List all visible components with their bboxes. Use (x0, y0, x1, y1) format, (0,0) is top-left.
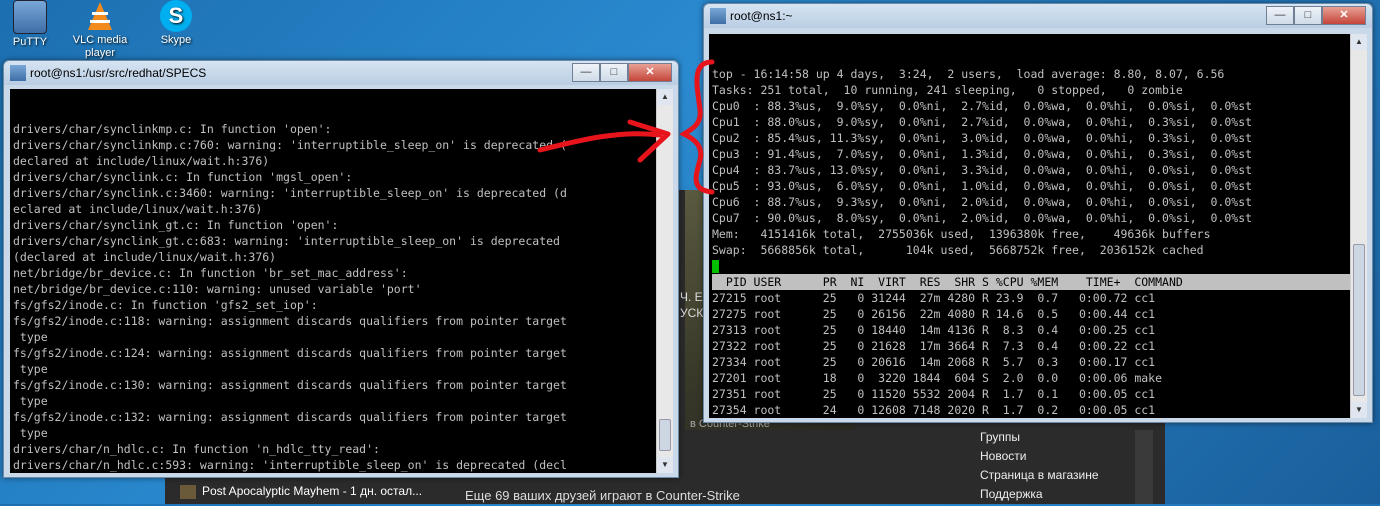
summary-line: Cpu5 : 93.0%us, 6.0%sy, 0.0%ni, 1.0%id, … (712, 179, 1253, 193)
terminal-line: fs/gfs2/inode.c:124: warning: assignment… (13, 346, 567, 360)
putty-window-specs[interactable]: root@ns1:/usr/src/redhat/SPECS — □ ✕ dri… (3, 60, 679, 478)
process-row: 27354 root 24 0 12608 7148 2020 R 1.7 0.… (712, 403, 1156, 417)
maximize-button[interactable]: □ (600, 63, 628, 82)
terminal-line: declared at include/linux/wait.h:376) (13, 154, 270, 168)
terminal-line: eclared at include/linux/wait.h:376) (13, 202, 263, 216)
steam-text-fragment: УСК (680, 306, 704, 320)
window-controls: — □ ✕ (572, 63, 672, 82)
terminal-line: fs/gfs2/inode.c:130: warning: assignment… (13, 378, 567, 392)
summary-line: Cpu0 : 88.3%us, 9.0%sy, 0.0%ni, 2.7%id, … (712, 99, 1253, 113)
terminal-line: type (13, 330, 48, 344)
process-row: 27275 root 25 0 26156 22m 4080 R 14.6 0.… (712, 307, 1156, 321)
scroll-up-arrow-icon[interactable]: ▲ (657, 89, 673, 105)
terminal-line: type (13, 426, 48, 440)
putty-icon (10, 65, 26, 81)
desktop-icon-label: PuTTY (12, 36, 48, 48)
scrollbar-thumb[interactable] (659, 419, 671, 451)
terminal-line: net/bridge/br_device.c:110: warning: unu… (13, 282, 422, 296)
summary-line: Cpu4 : 83.7%us, 13.0%sy, 0.0%ni, 3.3%id,… (712, 163, 1253, 177)
process-row: 27322 root 25 0 21628 17m 3664 R 7.3 0.4… (712, 339, 1156, 353)
process-row: 27334 root 25 0 20616 14m 2068 R 5.7 0.3… (712, 355, 1156, 369)
scroll-down-arrow-icon[interactable]: ▼ (657, 457, 673, 473)
steam-link-news[interactable]: Новости (980, 449, 1155, 468)
vertical-scrollbar[interactable]: ▲ ▼ (1350, 34, 1367, 418)
titlebar[interactable]: root@ns1:~ — □ ✕ (704, 4, 1372, 28)
window-controls: — □ ✕ (1266, 6, 1366, 25)
steam-sidebar: Группы Новости Страница в магазине Подде… (980, 430, 1155, 506)
terminal-prompt[interactable] (712, 258, 1352, 274)
terminal-cursor (712, 260, 719, 273)
terminal-lines: drivers/char/synclinkmp.c: In function '… (13, 121, 659, 473)
putty-icon (13, 0, 47, 34)
steam-link-store-page[interactable]: Страница в магазине (980, 468, 1155, 487)
desktop-icon-putty[interactable]: PuTTY (0, 0, 60, 48)
putty-icon (710, 8, 726, 24)
minimize-button[interactable]: — (1266, 6, 1294, 25)
terminal-line: fs/gfs2/inode.c: In function 'gfs2_set_i… (13, 298, 318, 312)
titlebar[interactable]: root@ns1:/usr/src/redhat/SPECS — □ ✕ (4, 61, 678, 85)
summary-line: top - 16:14:58 up 4 days, 3:24, 2 users,… (712, 67, 1225, 81)
terminal-line: drivers/char/synclink.c:3460: warning: '… (13, 186, 567, 200)
scroll-down-arrow-icon[interactable]: ▼ (1351, 402, 1367, 418)
terminal-line: drivers/char/synclinkmp.c:760: warning: … (13, 138, 567, 152)
summary-line: Cpu7 : 90.0%us, 8.0%sy, 0.0%ni, 2.0%id, … (712, 211, 1253, 225)
desktop-icon-label: VLC media player (72, 34, 128, 59)
vertical-scrollbar[interactable]: ▲ ▼ (656, 89, 673, 473)
summary-line: Cpu3 : 91.4%us, 7.0%sy, 0.0%ni, 1.3%id, … (712, 147, 1253, 161)
process-row: 27313 root 25 0 18440 14m 4136 R 8.3 0.4… (712, 323, 1156, 337)
window-title: root@ns1:/usr/src/redhat/SPECS (30, 66, 207, 80)
minimize-button[interactable]: — (572, 63, 600, 82)
friends-playing-text[interactable]: Еще 69 ваших друзей играют в Counter-Str… (465, 488, 740, 503)
process-table: 27215 root 25 0 31244 27m 4280 R 23.9 0.… (712, 290, 1352, 418)
summary-line: Swap: 5668856k total, 104k used, 5668752… (712, 243, 1204, 257)
desktop-icon-vlc[interactable]: VLC media player (68, 0, 132, 60)
process-row: 27215 root 25 0 31244 27m 4280 R 23.9 0.… (712, 291, 1156, 305)
steam-link-support[interactable]: Поддержка (980, 487, 1155, 506)
steam-text-fragment: Ч. Е (680, 290, 703, 304)
terminal-line: type (13, 394, 48, 408)
terminal-line: type (13, 362, 48, 376)
terminal-output[interactable]: drivers/char/synclinkmp.c: In function '… (10, 89, 659, 473)
desktop-icon-skype[interactable]: S Skype (146, 0, 206, 46)
process-row: 27201 root 18 0 3220 1844 604 S 2.0 0.0 … (712, 371, 1163, 385)
scroll-up-arrow-icon[interactable]: ▲ (1351, 34, 1367, 50)
terminal-line: net/bridge/br_device.c: In function 'br_… (13, 266, 408, 280)
process-row: 27351 root 25 0 11520 5532 2004 R 1.7 0.… (712, 387, 1156, 401)
terminal-line: drivers/char/synclink.c: In function 'mg… (13, 170, 353, 184)
vlc-icon (84, 0, 116, 32)
summary-line: Tasks: 251 total, 10 running, 241 sleepi… (712, 83, 1183, 97)
terminal-line: drivers/char/synclink_gt.c: In function … (13, 218, 339, 232)
top-summary: top - 16:14:58 up 4 days, 3:24, 2 users,… (712, 66, 1352, 258)
terminal-line: drivers/char/synclink_gt.c:683: warning:… (13, 234, 560, 248)
close-button[interactable]: ✕ (1322, 6, 1366, 25)
window-title: root@ns1:~ (730, 9, 793, 23)
terminal-line: drivers/char/n_hdlc.c:593: warning: 'int… (13, 458, 567, 472)
close-button[interactable]: ✕ (628, 63, 672, 82)
game-thumbnail-icon (180, 484, 196, 499)
terminal-output[interactable]: top - 16:14:58 up 4 days, 3:24, 2 users,… (709, 34, 1352, 418)
putty-window-top[interactable]: root@ns1:~ — □ ✕ top - 16:14:58 up 4 day… (703, 3, 1373, 423)
scrollbar-thumb[interactable] (1353, 244, 1365, 396)
desktop-icon-label: Skype (160, 34, 192, 46)
process-table-header: PID USER PR NI VIRT RES SHR S %CPU %MEM … (712, 274, 1352, 290)
summary-line: Cpu1 : 88.0%us, 9.0%sy, 0.0%ni, 2.7%id, … (712, 115, 1253, 129)
terminal-line: drivers/char/n_hdlc.c: In function 'n_hd… (13, 442, 380, 456)
taskbar-item-label: Post Apocalyptic Mayhem - 1 дн. остал... (202, 484, 423, 498)
steam-link-groups[interactable]: Группы (980, 430, 1155, 449)
steam-scrollbar[interactable] (1135, 430, 1153, 504)
summary-line: Mem: 4151416k total, 2755036k used, 1396… (712, 227, 1211, 241)
terminal-line: (declared at include/linux/wait.h:376) (13, 250, 277, 264)
summary-line: Cpu2 : 85.4%us, 11.3%sy, 0.0%ni, 3.0%id,… (712, 131, 1253, 145)
skype-icon: S (160, 0, 192, 32)
taskbar-item[interactable]: Post Apocalyptic Mayhem - 1 дн. остал... (180, 484, 422, 499)
summary-line: Cpu6 : 88.7%us, 9.3%sy, 0.0%ni, 2.0%id, … (712, 195, 1253, 209)
maximize-button[interactable]: □ (1294, 6, 1322, 25)
terminal-line: fs/gfs2/inode.c:118: warning: assignment… (13, 314, 567, 328)
terminal-line: fs/gfs2/inode.c:132: warning: assignment… (13, 410, 567, 424)
terminal-line: drivers/char/synclinkmp.c: In function '… (13, 122, 332, 136)
